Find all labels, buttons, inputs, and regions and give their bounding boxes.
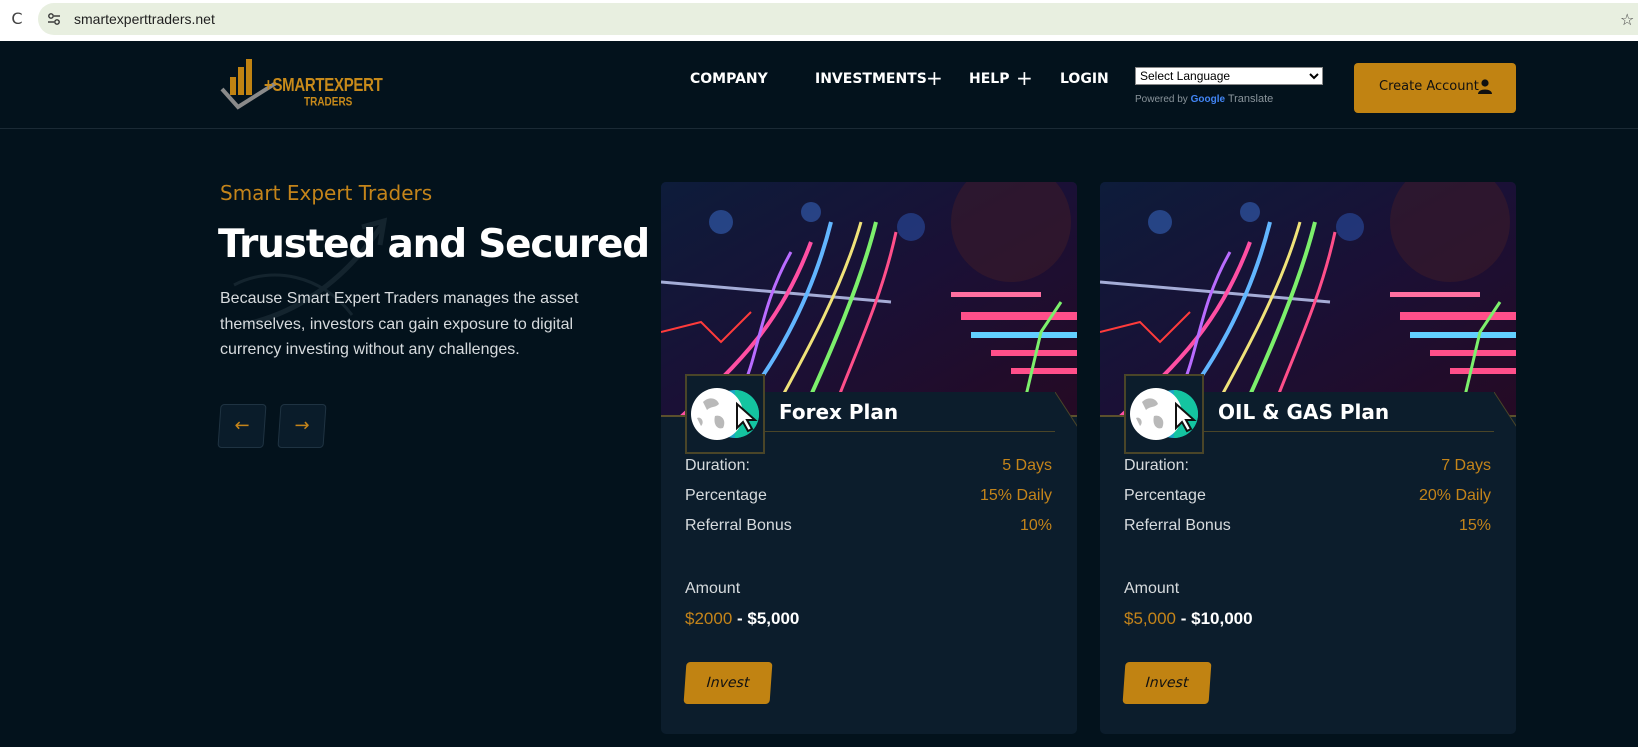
arrow-right-icon: → [293,415,311,436]
amount-min: $2000 [685,609,733,628]
language-select-value: Select Language [1140,69,1231,83]
percentage-value: 15% Daily [979,487,1052,504]
plan-icon-frame [1124,374,1204,454]
plan-card-forex: Forex Plan Duration: 5 Days Percentage 1… [661,182,1077,734]
translate-link[interactable]: Translate [1228,93,1273,105]
url-text[interactable]: smartexperttraders.net [74,11,215,27]
amount-min: $5,000 [1124,609,1176,628]
banner-corner [1494,392,1516,432]
language-select[interactable]: Select Language [1135,67,1323,85]
banner-corner [1055,392,1077,432]
user-icon [1478,79,1492,94]
referral-label: Referral Bonus [685,517,792,534]
nav-company[interactable]: COMPANY [690,71,768,87]
plan-title: Forex Plan [779,400,899,424]
amount-range: $5,000 - $10,000 [1124,609,1253,628]
percentage-label: Percentage [685,487,767,504]
percentage-label: Percentage [1124,487,1206,504]
google-logo-text: Google [1190,94,1226,105]
amount-max: $5,000 [747,609,800,628]
plan-icon-frame [685,374,765,454]
globe-cursor-icon [691,388,759,440]
plan-card-oil-gas: OIL & GAS Plan Duration: 7 Days Percenta… [1100,182,1516,734]
nav-help-plus-icon[interactable]: + [1016,66,1033,90]
hero-subtitle: Smart Expert Traders [220,181,433,205]
amount-range: $2000 - $5,000 [685,609,800,628]
nav-investments-plus-icon[interactable]: + [926,66,943,90]
duration-label: Duration: [1124,457,1189,474]
nav-login[interactable]: LOGIN [1060,71,1109,87]
site-header: +SMARTEXPERT TRADERS COMPANY INVESTMENTS… [0,41,1638,129]
browser-toolbar: C smartexperttraders.net ☆ [0,0,1638,41]
amount-label: Amount [685,580,741,597]
percentage-value: 20% Daily [1418,487,1491,504]
globe-cursor-icon [1130,388,1198,440]
hero-title: Trusted and Secured [218,222,650,267]
site-logo[interactable]: +SMARTEXPERT TRADERS [220,55,383,115]
site-settings-icon[interactable] [47,12,61,26]
create-account-label: Create Account [1379,79,1479,94]
slider-prev-button[interactable]: ← [217,404,267,448]
slider-next-button[interactable]: → [277,404,327,448]
duration-value: 5 Days [1002,457,1052,474]
logo-text: +SMARTEXPERT [264,75,383,96]
duration-label: Duration: [685,457,750,474]
plan-name-banner: Forex Plan [765,392,1077,432]
nav-investments[interactable]: INVESTMENTS [815,71,927,87]
chevron-down-icon [1309,73,1319,80]
address-bar[interactable]: smartexperttraders.net ☆ [38,3,1638,35]
amount-label: Amount [1124,580,1180,597]
invest-button[interactable]: Invest [1122,662,1212,704]
hero-description: Because Smart Expert Traders manages the… [220,290,579,358]
referral-value: 15% [1458,517,1491,534]
duration-value: 7 Days [1441,457,1491,474]
nav-help[interactable]: HELP [969,71,1009,87]
arrow-left-icon: ← [233,415,251,436]
invest-button[interactable]: Invest [683,662,773,704]
reload-icon[interactable]: C [6,8,28,30]
amount-max: $10,000 [1191,609,1253,628]
referral-label: Referral Bonus [1124,517,1231,534]
referral-value: 10% [1019,517,1052,534]
logo-subtext: TRADERS [304,95,353,110]
google-translate-credit: Powered by Google Translate [1135,93,1274,105]
create-account-button[interactable]: Create Account [1354,63,1516,113]
plan-title: OIL & GAS Plan [1218,400,1390,424]
bookmark-star-icon[interactable]: ☆ [1620,11,1638,29]
plan-name-banner: OIL & GAS Plan [1204,392,1516,432]
